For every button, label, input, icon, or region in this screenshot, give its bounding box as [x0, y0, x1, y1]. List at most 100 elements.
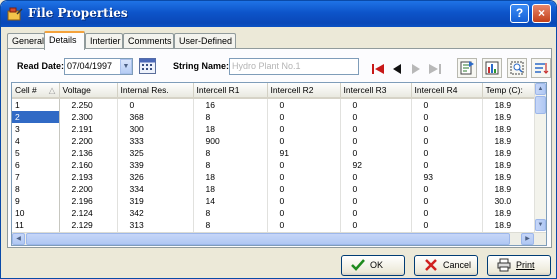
table-cell[interactable]: 8 [193, 207, 268, 219]
cell-data-grid[interactable]: Cell # △ Voltage Internal Res. Intercell … [11, 82, 547, 246]
table-cell[interactable]: 10 [12, 207, 60, 219]
table-cell[interactable]: 18.9 [482, 135, 535, 147]
table-cell[interactable]: 326 [117, 171, 194, 183]
vertical-scrollbar[interactable]: ▲ ▼ [534, 83, 546, 231]
table-row[interactable]: 9 2.196 319 14 0 0 0 30.0 [12, 195, 535, 207]
table-cell[interactable]: 2.124 [59, 207, 118, 219]
table-cell[interactable]: 18 [193, 183, 268, 195]
table-cell[interactable]: 2.200 [59, 135, 118, 147]
table-cell[interactable]: 0 [340, 123, 412, 135]
table-cell[interactable]: 92 [340, 159, 412, 171]
table-cell[interactable]: 313 [117, 219, 194, 231]
table-cell[interactable]: 9 [12, 195, 60, 207]
table-cell[interactable]: 2.200 [59, 183, 118, 195]
chevron-down-icon[interactable]: ▼ [120, 59, 132, 74]
next-record-icon[interactable] [408, 61, 424, 77]
table-cell[interactable]: 319 [117, 195, 194, 207]
chart-tool-button[interactable] [482, 58, 502, 78]
table-cell[interactable]: 0 [411, 159, 483, 171]
table-cell[interactable]: 0 [340, 219, 412, 231]
horizontal-scroll-thumb[interactable] [26, 233, 510, 245]
table-cell[interactable]: 16 [193, 98, 268, 111]
zoom-tool-button[interactable] [507, 58, 527, 78]
scroll-right-icon[interactable]: ▶ [521, 233, 534, 245]
table-cell[interactable]: 2.196 [59, 195, 118, 207]
cancel-button[interactable]: Cancel [414, 255, 478, 276]
table-cell[interactable]: 0 [411, 219, 483, 231]
table-cell[interactable]: 7 [12, 171, 60, 183]
table-cell[interactable]: 0 [267, 159, 341, 171]
table-cell[interactable]: 325 [117, 147, 194, 159]
export-tool-button[interactable] [457, 58, 477, 78]
vertical-scroll-thumb[interactable] [535, 96, 546, 114]
tab-general[interactable]: General [7, 33, 45, 49]
table-row[interactable]: 11 2.129 313 8 0 0 0 18.9 [12, 219, 535, 231]
table-cell[interactable]: 2.191 [59, 123, 118, 135]
table-cell[interactable]: 0 [340, 135, 412, 147]
table-cell[interactable]: 91 [267, 147, 341, 159]
table-cell[interactable]: 8 [12, 183, 60, 195]
table-cell[interactable]: 2.250 [59, 98, 118, 111]
table-cell[interactable]: 2.193 [59, 171, 118, 183]
scroll-up-icon[interactable]: ▲ [535, 83, 546, 95]
table-cell[interactable]: 11 [12, 219, 60, 231]
ok-button[interactable]: OK [341, 255, 405, 276]
column-header-internal-res[interactable]: Internal Res. [117, 83, 194, 99]
table-row[interactable]: 10 2.124 342 8 0 0 0 18.9 [12, 207, 535, 219]
tab-user-defined[interactable]: User-Defined [174, 33, 236, 49]
table-cell[interactable]: 18.9 [482, 98, 535, 111]
table-cell[interactable]: 2.160 [59, 159, 118, 171]
table-cell[interactable]: 3 [12, 123, 60, 135]
table-cell[interactable]: 0 [340, 111, 412, 123]
column-header-intercell-r1[interactable]: Intercell R1 [193, 83, 268, 99]
table-cell[interactable]: 18.9 [482, 207, 535, 219]
table-cell[interactable]: 18.9 [482, 183, 535, 195]
table-cell[interactable]: 0 [340, 195, 412, 207]
table-cell[interactable]: 5 [12, 147, 60, 159]
table-cell[interactable]: 0 [411, 207, 483, 219]
table-cell[interactable]: 1 [12, 98, 60, 111]
table-row[interactable]: 6 2.160 339 8 0 92 0 18.9 [12, 159, 535, 171]
title-bar[interactable]: File Properties ? × [1, 1, 556, 27]
calendar-icon[interactable] [139, 58, 156, 74]
table-cell[interactable]: 4 [12, 135, 60, 147]
table-cell[interactable]: 0 [411, 195, 483, 207]
column-header-temp[interactable]: Temp (C): [482, 83, 535, 99]
print-button[interactable]: Print [487, 255, 551, 276]
table-cell[interactable]: 18.9 [482, 147, 535, 159]
table-cell[interactable]: 30.0 [482, 195, 535, 207]
table-cell[interactable]: 18.9 [482, 123, 535, 135]
table-cell[interactable]: 333 [117, 135, 194, 147]
close-button[interactable]: × [532, 4, 551, 23]
table-cell[interactable]: 0 [117, 98, 194, 111]
table-row[interactable]: 2 2.300 368 8 0 0 0 18.9 [12, 111, 535, 123]
tab-comments[interactable]: Comments [123, 33, 174, 49]
table-cell[interactable]: 0 [267, 183, 341, 195]
table-cell[interactable]: 2.300 [59, 111, 118, 123]
column-header-intercell-r3[interactable]: Intercell R3 [340, 83, 412, 99]
column-header-cell[interactable]: Cell # △ [12, 83, 60, 99]
table-row[interactable]: 7 2.193 326 18 0 0 93 18.9 [12, 171, 535, 183]
tab-details[interactable]: Details [44, 31, 85, 50]
table-cell[interactable]: 339 [117, 159, 194, 171]
table-cell[interactable]: 2.129 [59, 219, 118, 231]
table-cell[interactable]: 0 [267, 111, 341, 123]
horizontal-scrollbar[interactable]: ◀ ▶ [12, 232, 546, 245]
table-cell[interactable]: 18 [193, 171, 268, 183]
table-cell[interactable]: 8 [193, 147, 268, 159]
table-cell[interactable]: 0 [340, 171, 412, 183]
table-cell[interactable]: 18 [193, 123, 268, 135]
table-cell[interactable]: 0 [267, 135, 341, 147]
sort-tool-button[interactable] [531, 58, 551, 78]
table-cell[interactable]: 0 [267, 123, 341, 135]
scroll-down-icon[interactable]: ▼ [535, 219, 546, 231]
table-cell[interactable]: 8 [193, 219, 268, 231]
table-cell[interactable]: 368 [117, 111, 194, 123]
last-record-icon[interactable] [427, 61, 443, 77]
table-row[interactable]: 8 2.200 334 18 0 0 0 18.9 [12, 183, 535, 195]
table-cell[interactable]: 0 [267, 219, 341, 231]
table-cell[interactable]: 0 [267, 171, 341, 183]
table-cell[interactable]: 6 [12, 159, 60, 171]
table-cell[interactable]: 18.9 [482, 219, 535, 231]
previous-record-icon[interactable] [389, 61, 405, 77]
